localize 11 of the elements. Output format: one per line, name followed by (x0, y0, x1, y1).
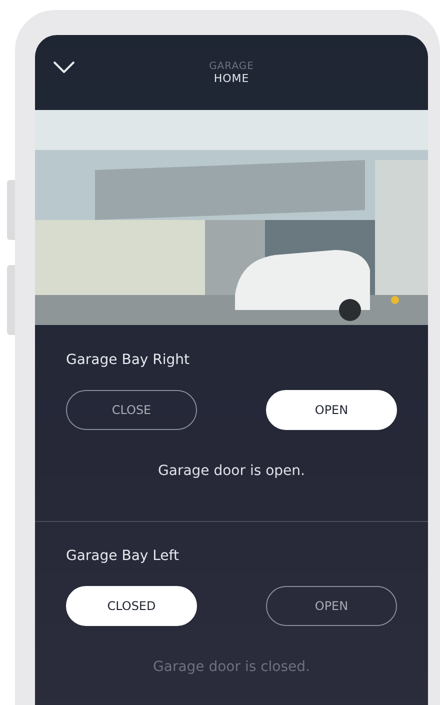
door-toggle-button[interactable]: CLOSE (66, 390, 197, 430)
door-toggle-button[interactable]: OPEN (266, 586, 397, 626)
door-toggle-button[interactable]: OPEN (266, 390, 397, 430)
header-title: HOME (214, 72, 250, 84)
door-status: Garage door is open. (158, 463, 305, 479)
door-status: Garage door is closed. (153, 659, 310, 675)
header-subtitle: GARAGE (209, 60, 254, 72)
door-name: Garage Bay Right (66, 352, 190, 368)
door-name: Garage Bay Left (66, 548, 180, 564)
door-toggle-button[interactable]: CLOSED (66, 586, 197, 626)
chevron-down-icon[interactable] (53, 61, 75, 73)
